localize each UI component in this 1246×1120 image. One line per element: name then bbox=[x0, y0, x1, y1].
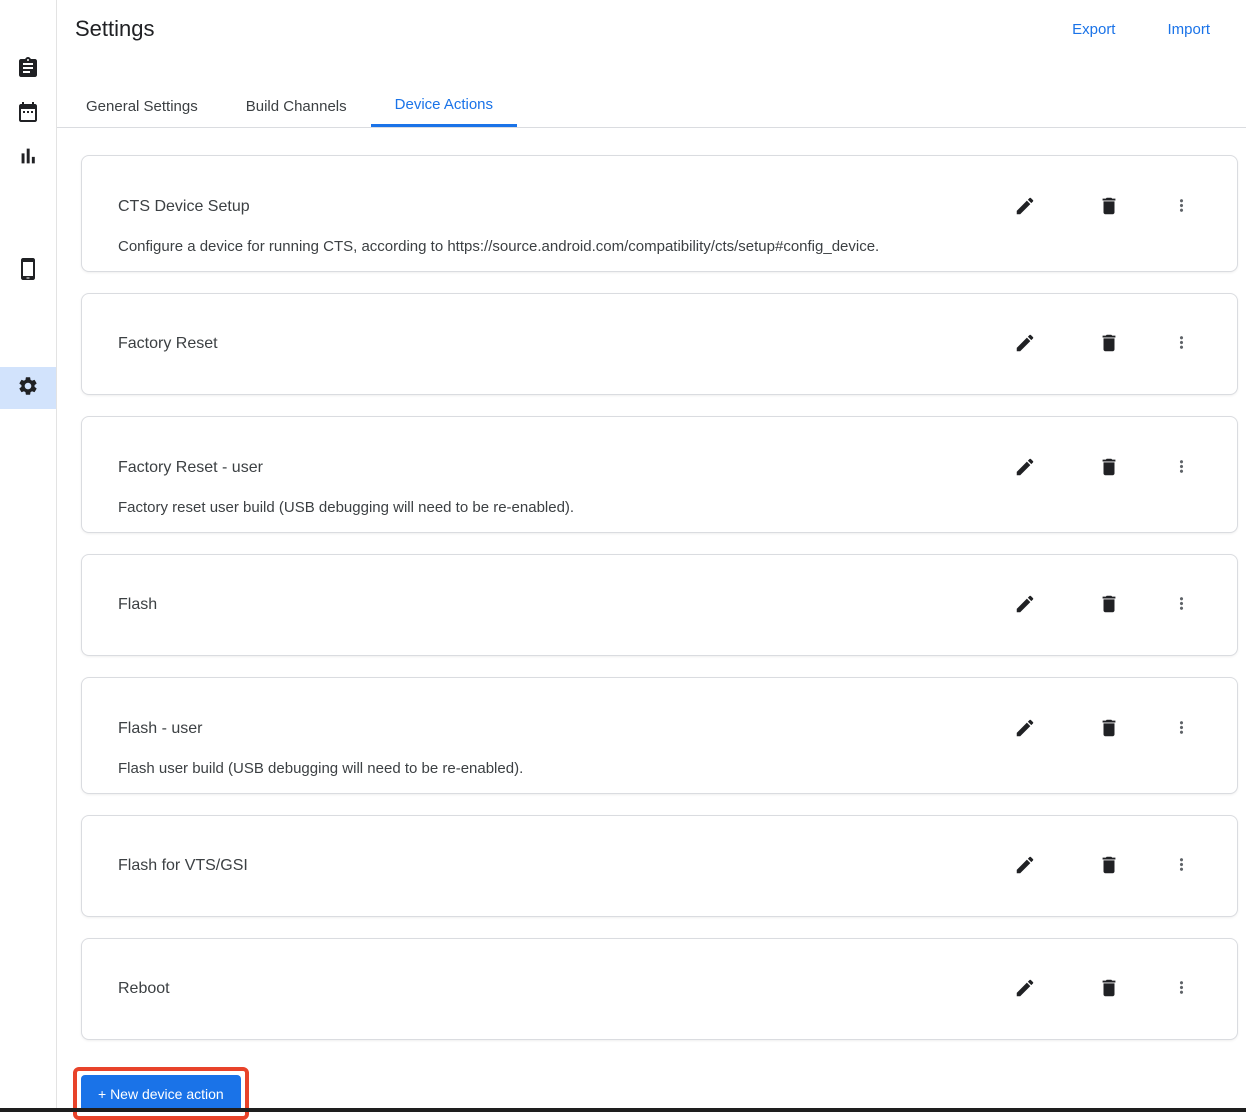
delete-icon bbox=[1098, 717, 1120, 742]
device-action-description: Factory reset user build (USB debugging … bbox=[118, 499, 575, 516]
edit-icon bbox=[1014, 332, 1036, 357]
delete-icon bbox=[1098, 977, 1120, 1002]
more-vert-icon bbox=[1172, 457, 1191, 479]
edit-icon bbox=[1014, 977, 1036, 1002]
more-vert-icon bbox=[1172, 978, 1191, 1000]
edit-action-button[interactable] bbox=[1013, 854, 1037, 878]
smartphone-icon bbox=[16, 257, 40, 286]
import-link[interactable]: Import bbox=[1167, 21, 1210, 38]
edit-action-button[interactable] bbox=[1013, 717, 1037, 741]
device-action-description: Flash user build (USB debugging will nee… bbox=[118, 760, 524, 777]
delete-action-button[interactable] bbox=[1097, 854, 1121, 878]
bar-chart-icon bbox=[17, 145, 39, 172]
left-nav-rail bbox=[0, 0, 57, 1108]
device-action-card: Flash bbox=[81, 554, 1238, 656]
gear-icon bbox=[17, 375, 39, 402]
more-actions-button[interactable] bbox=[1169, 332, 1193, 356]
delete-action-button[interactable] bbox=[1097, 717, 1121, 741]
device-action-title: Factory Reset bbox=[118, 335, 218, 352]
more-actions-button[interactable] bbox=[1169, 717, 1193, 741]
device-action-card: CTS Device Setup Configure a device for … bbox=[81, 155, 1238, 272]
more-actions-button[interactable] bbox=[1169, 195, 1193, 219]
sidebar-item-bar-chart[interactable] bbox=[0, 137, 56, 179]
delete-action-button[interactable] bbox=[1097, 332, 1121, 356]
delete-action-button[interactable] bbox=[1097, 593, 1121, 617]
edit-icon bbox=[1014, 195, 1036, 220]
delete-action-button[interactable] bbox=[1097, 456, 1121, 480]
sidebar-item-assignment[interactable] bbox=[0, 49, 56, 91]
edit-icon bbox=[1014, 854, 1036, 879]
assignment-icon bbox=[16, 56, 40, 85]
sidebar-item-calendar[interactable] bbox=[0, 93, 56, 135]
page-header: Settings Export Import bbox=[57, 0, 1246, 85]
edit-action-button[interactable] bbox=[1013, 456, 1037, 480]
more-actions-button[interactable] bbox=[1169, 977, 1193, 1001]
edit-icon bbox=[1014, 593, 1036, 618]
more-actions-button[interactable] bbox=[1169, 593, 1193, 617]
edit-action-button[interactable] bbox=[1013, 977, 1037, 1001]
device-action-card: Factory Reset - user Factory reset user … bbox=[81, 416, 1238, 533]
annotation-highlight-box: + New device action bbox=[73, 1067, 249, 1120]
more-vert-icon bbox=[1172, 594, 1191, 616]
edit-icon bbox=[1014, 717, 1036, 742]
calendar-icon bbox=[16, 100, 40, 129]
delete-icon bbox=[1098, 593, 1120, 618]
tab-general-settings[interactable]: General Settings bbox=[62, 85, 222, 127]
settings-tab-bar: General Settings Build Channels Device A… bbox=[57, 85, 1246, 128]
delete-icon bbox=[1098, 195, 1120, 220]
page-title: Settings bbox=[75, 16, 155, 41]
device-action-title: CTS Device Setup bbox=[118, 198, 250, 215]
export-link[interactable]: Export bbox=[1072, 21, 1115, 38]
edit-action-button[interactable] bbox=[1013, 195, 1037, 219]
sidebar-item-smartphone[interactable] bbox=[0, 250, 56, 292]
device-action-card: Reboot bbox=[81, 938, 1238, 1040]
device-actions-list: CTS Device Setup Configure a device for … bbox=[57, 128, 1246, 1120]
main-area: Settings Export Import General Settings … bbox=[57, 0, 1246, 1120]
more-vert-icon bbox=[1172, 855, 1191, 877]
delete-action-button[interactable] bbox=[1097, 195, 1121, 219]
window-bottom-edge bbox=[0, 1108, 1246, 1112]
tab-device-actions[interactable]: Device Actions bbox=[370, 85, 518, 127]
device-action-card: Flash - user Flash user build (USB debug… bbox=[81, 677, 1238, 794]
delete-action-button[interactable] bbox=[1097, 977, 1121, 1001]
tab-build-channels[interactable]: Build Channels bbox=[222, 85, 371, 127]
device-action-description: Configure a device for running CTS, acco… bbox=[118, 238, 880, 255]
delete-icon bbox=[1098, 332, 1120, 357]
delete-icon bbox=[1098, 854, 1120, 879]
more-vert-icon bbox=[1172, 718, 1191, 740]
device-action-card: Flash for VTS/GSI bbox=[81, 815, 1238, 917]
edit-icon bbox=[1014, 456, 1036, 481]
new-device-action-button[interactable]: + New device action bbox=[81, 1075, 241, 1112]
edit-action-button[interactable] bbox=[1013, 332, 1037, 356]
device-action-title: Flash - user bbox=[118, 720, 203, 737]
device-action-title: Flash bbox=[118, 596, 158, 613]
device-action-title: Flash for VTS/GSI bbox=[118, 857, 248, 874]
header-actions: Export Import bbox=[1072, 21, 1210, 38]
more-actions-button[interactable] bbox=[1169, 456, 1193, 480]
sidebar-item-settings[interactable] bbox=[0, 367, 56, 409]
device-action-card: Factory Reset bbox=[81, 293, 1238, 395]
delete-icon bbox=[1098, 456, 1120, 481]
edit-action-button[interactable] bbox=[1013, 593, 1037, 617]
more-vert-icon bbox=[1172, 333, 1191, 355]
device-action-title: Factory Reset - user bbox=[118, 459, 263, 476]
device-action-title: Reboot bbox=[118, 980, 170, 997]
more-vert-icon bbox=[1172, 196, 1191, 218]
more-actions-button[interactable] bbox=[1169, 854, 1193, 878]
